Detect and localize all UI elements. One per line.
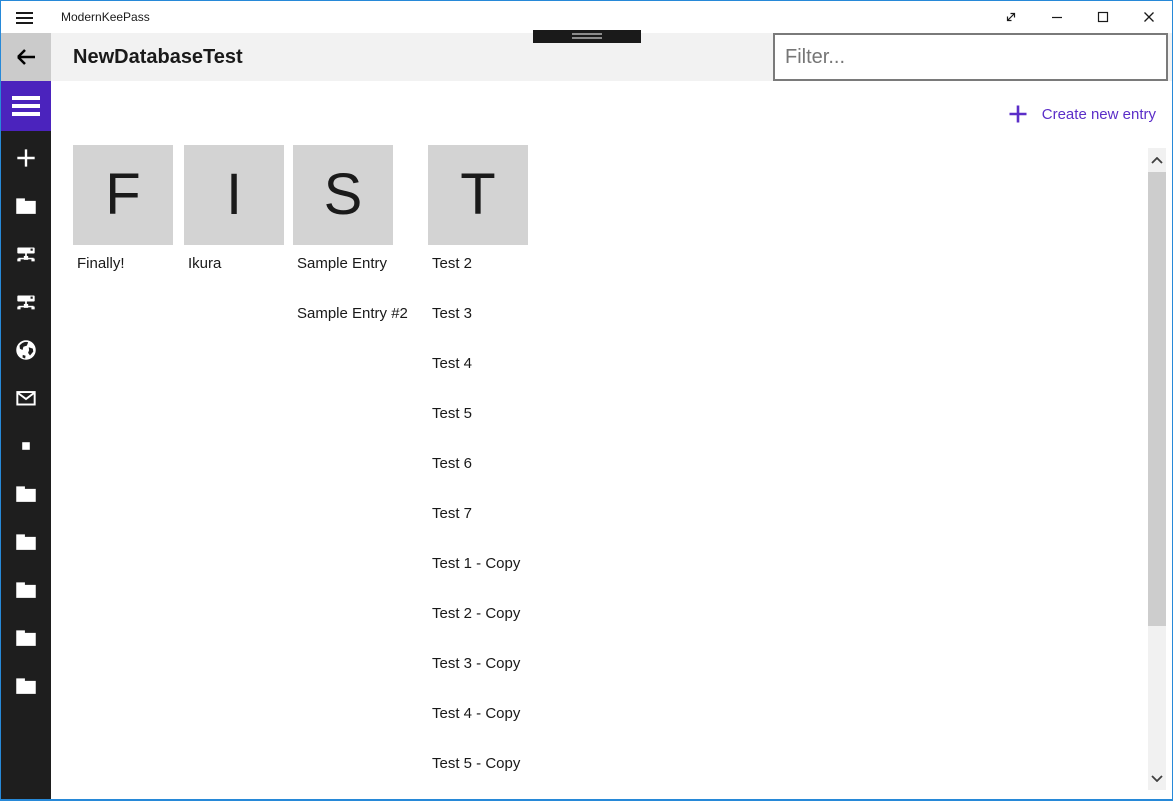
sidebar-item-folder[interactable] xyxy=(1,470,51,518)
square-icon xyxy=(13,433,39,459)
plus-icon xyxy=(13,145,39,171)
group-tile-letter: F xyxy=(105,166,140,224)
filter-input[interactable] xyxy=(773,33,1168,81)
entry-item[interactable]: Test 3 xyxy=(432,304,652,354)
mail-icon xyxy=(13,385,39,411)
scroll-down-button[interactable] xyxy=(1148,766,1166,790)
group-tile[interactable]: S xyxy=(293,145,393,245)
entry-item[interactable]: Test 5 - Copy xyxy=(432,754,652,804)
app-title: ModernKeePass xyxy=(61,1,150,33)
chevron-down-icon xyxy=(1151,775,1163,782)
nav-toggle-button[interactable] xyxy=(1,81,51,131)
maximize-icon xyxy=(1096,10,1110,24)
plus-icon xyxy=(1006,102,1030,126)
network-icon xyxy=(13,289,39,315)
scroll-up-button[interactable] xyxy=(1148,148,1166,172)
entry-item[interactable]: Test 6 xyxy=(432,454,652,504)
group-tile-letter: S xyxy=(324,166,363,224)
folder-icon xyxy=(13,625,39,651)
create-new-entry-button[interactable]: Create new entry xyxy=(1006,99,1156,129)
globe-icon xyxy=(13,337,39,363)
minimize-icon xyxy=(1050,10,1064,24)
chevron-up-icon xyxy=(1151,157,1163,164)
sidebar-item-folder[interactable] xyxy=(1,662,51,710)
close-icon xyxy=(1142,10,1156,24)
entry-item[interactable]: Test 2 xyxy=(432,254,652,304)
sidebar-item-folder[interactable] xyxy=(1,566,51,614)
group-column: IIkura xyxy=(184,145,284,245)
sidebar-item-network[interactable] xyxy=(1,278,51,326)
group-column: SSample EntrySample Entry #2 xyxy=(293,145,393,245)
entry-item[interactable]: Test 5 xyxy=(432,404,652,454)
window-controls xyxy=(988,1,1172,33)
titlebar: ModernKeePass xyxy=(1,1,1172,33)
arrow-left-icon xyxy=(13,44,39,70)
sidebar-group-list xyxy=(1,134,51,710)
sidebar xyxy=(1,81,51,799)
sidebar-item-mail[interactable] xyxy=(1,374,51,422)
drag-pill[interactable] xyxy=(533,30,641,43)
entry-item[interactable]: Test 4 xyxy=(432,354,652,404)
network-icon xyxy=(13,241,39,267)
scrollbar-thumb[interactable] xyxy=(1148,172,1166,626)
folder-icon xyxy=(13,529,39,555)
folder-icon xyxy=(13,193,39,219)
folder-icon xyxy=(13,673,39,699)
entry-item[interactable]: Test 2 - Copy xyxy=(432,604,652,654)
vertical-scrollbar[interactable] xyxy=(1148,148,1166,790)
group-tile[interactable]: T xyxy=(428,145,528,245)
hamburger-icon[interactable] xyxy=(16,9,34,25)
sidebar-item-square[interactable] xyxy=(1,422,51,470)
sidebar-item-network[interactable] xyxy=(1,230,51,278)
group-tile[interactable]: F xyxy=(73,145,173,245)
entry-item[interactable]: Test 3 - Copy xyxy=(432,654,652,704)
back-button[interactable] xyxy=(1,33,51,81)
create-new-entry-label: Create new entry xyxy=(1042,106,1156,123)
group-tile-letter: T xyxy=(460,166,495,224)
group-tile-letter: I xyxy=(226,166,242,224)
folder-icon xyxy=(13,481,39,507)
diagonal-resize-icon xyxy=(1003,9,1019,25)
page-title: NewDatabaseTest xyxy=(73,33,243,81)
folder-icon xyxy=(13,577,39,603)
entry-item[interactable]: Test 7 xyxy=(432,504,652,554)
group-column: FFinally! xyxy=(73,145,173,245)
group-column: TTest 2Test 3Test 4Test 5Test 6Test 7Tes… xyxy=(428,145,528,245)
close-button[interactable] xyxy=(1126,1,1172,33)
sidebar-item-plus[interactable] xyxy=(1,134,51,182)
maximize-button[interactable] xyxy=(1080,1,1126,33)
sidebar-item-folder[interactable] xyxy=(1,182,51,230)
entry-item[interactable]: Test 4 - Copy xyxy=(432,704,652,754)
minimize-button[interactable] xyxy=(1034,1,1080,33)
entry-item[interactable]: Test 1 - Copy xyxy=(432,554,652,604)
sidebar-item-folder[interactable] xyxy=(1,518,51,566)
sidebar-item-globe[interactable] xyxy=(1,326,51,374)
sidebar-item-folder[interactable] xyxy=(1,614,51,662)
fullscreen-button[interactable] xyxy=(988,1,1034,33)
group-tile[interactable]: I xyxy=(184,145,284,245)
